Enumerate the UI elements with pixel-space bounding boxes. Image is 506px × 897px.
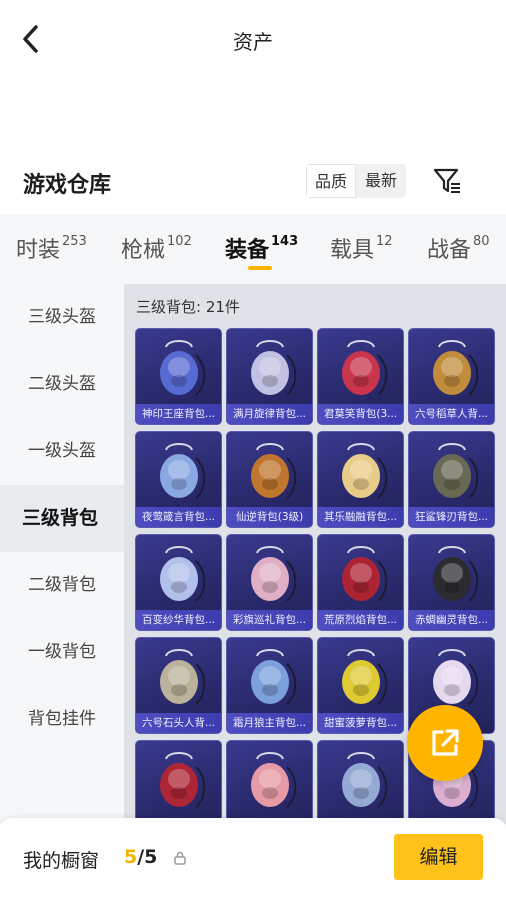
item-name: 狂鲨锋刃背包... bbox=[409, 507, 494, 527]
item-name: 甜蜜菠萝背包... bbox=[318, 713, 403, 733]
item-card[interactable]: 甜蜜菠萝背包... bbox=[317, 637, 404, 734]
tab-equipment[interactable]: 装备 143 bbox=[225, 232, 298, 264]
item-count-label: 三级背包: 21件 bbox=[136, 298, 240, 316]
category-tabs: 时装 253 枪械 102 装备 143 载具 12 战备 80 bbox=[0, 214, 506, 284]
edit-button[interactable]: 编辑 bbox=[394, 834, 483, 880]
showcase-label: 我的橱窗 bbox=[23, 850, 100, 872]
backpack-image bbox=[250, 340, 296, 396]
item-name: 其乐融融背包... bbox=[318, 507, 403, 527]
item-name: 神印王座背包... bbox=[136, 404, 221, 424]
filter-button[interactable] bbox=[430, 164, 464, 198]
page-title: 资产 bbox=[233, 30, 273, 54]
item-card[interactable] bbox=[317, 740, 404, 824]
backpack-image bbox=[341, 752, 387, 808]
item-card[interactable] bbox=[135, 740, 222, 824]
item-card[interactable] bbox=[226, 740, 313, 824]
showcase-total: /5 bbox=[137, 846, 158, 868]
tab-count: 143 bbox=[271, 234, 299, 249]
sidebar-item-level2-backpack[interactable]: 二级背包 bbox=[0, 552, 124, 619]
sidebar-item-level3-backpack[interactable]: 三级背包 bbox=[0, 485, 124, 552]
backpack-image bbox=[341, 546, 387, 602]
tab-firearms[interactable]: 枪械 102 bbox=[121, 232, 192, 264]
item-card[interactable]: 六号稻草人背... bbox=[408, 328, 495, 425]
lock-icon bbox=[174, 851, 186, 865]
item-card[interactable]: 百变纱华背包... bbox=[135, 534, 222, 631]
backpack-image bbox=[250, 443, 296, 499]
showcase-current: 5 bbox=[124, 846, 138, 868]
tab-label: 枪械 bbox=[121, 238, 166, 263]
backpack-image bbox=[432, 443, 478, 499]
tab-count: 80 bbox=[473, 234, 490, 249]
backpack-image bbox=[341, 443, 387, 499]
sidebar-item-level3-helmet[interactable]: 三级头盔 bbox=[0, 284, 124, 351]
item-name: 六号石头人背... bbox=[136, 713, 221, 733]
backpack-image bbox=[159, 443, 205, 499]
backpack-image bbox=[432, 649, 478, 705]
backpack-image bbox=[341, 340, 387, 396]
tab-label: 战备 bbox=[427, 238, 472, 263]
item-name: 百变纱华背包... bbox=[136, 610, 221, 630]
backpack-image bbox=[159, 752, 205, 808]
item-name: 满月旋律背包... bbox=[227, 404, 312, 424]
share-external-icon bbox=[432, 729, 459, 756]
backpack-image bbox=[159, 649, 205, 705]
item-card[interactable]: 荒原烈焰背包... bbox=[317, 534, 404, 631]
sidebar-item-level1-backpack[interactable]: 一级背包 bbox=[0, 619, 124, 686]
filter-list-icon bbox=[433, 168, 460, 193]
subcategory-sidebar: 三级头盔 二级头盔 一级头盔 三级背包 二级背包 一级背包 背包挂件 bbox=[0, 284, 124, 824]
item-card[interactable]: 仙逆背包(3级) bbox=[226, 431, 313, 528]
tab-label: 装备 bbox=[225, 238, 270, 263]
backpack-image bbox=[250, 752, 296, 808]
backpack-image bbox=[250, 546, 296, 602]
sort-quality-button[interactable]: 品质 bbox=[306, 164, 356, 198]
tab-vehicles[interactable]: 载具 12 bbox=[330, 232, 393, 264]
backpack-image bbox=[341, 649, 387, 705]
tab-supplies[interactable]: 战备 80 bbox=[427, 232, 490, 264]
item-card[interactable]: 君莫笑背包(3... bbox=[317, 328, 404, 425]
active-tab-indicator bbox=[248, 266, 272, 270]
tab-fashion[interactable]: 时装 253 bbox=[16, 232, 87, 264]
backpack-image bbox=[432, 546, 478, 602]
sort-toggle: 品质 最新 bbox=[306, 164, 406, 198]
item-card[interactable]: 霜月狼主背包... bbox=[226, 637, 313, 734]
assets-page: 资产 游戏仓库 品质 最新 时装 253 枪械 102 装备 143 载具 12 战备 8… bbox=[0, 0, 506, 897]
item-card[interactable]: 神印王座背包... bbox=[135, 328, 222, 425]
item-card[interactable]: 六号石头人背... bbox=[135, 637, 222, 734]
item-name: 赤蜩幽灵背包... bbox=[409, 610, 494, 630]
item-card[interactable]: 满月旋律背包... bbox=[226, 328, 313, 425]
item-card[interactable]: 彩旗巡礼背包... bbox=[226, 534, 313, 631]
item-name: 六号稻草人背... bbox=[409, 404, 494, 424]
item-name: 荒原烈焰背包... bbox=[318, 610, 403, 630]
item-card[interactable]: 狂鲨锋刃背包... bbox=[408, 431, 495, 528]
showcase-bar: 我的橱窗 5/5 编辑 bbox=[0, 818, 506, 897]
sidebar-item-level2-helmet[interactable]: 二级头盔 bbox=[0, 351, 124, 418]
backpack-image bbox=[250, 649, 296, 705]
sort-latest-button[interactable]: 最新 bbox=[356, 164, 406, 198]
sidebar-item-level1-helmet[interactable]: 一级头盔 bbox=[0, 418, 124, 485]
tab-count: 253 bbox=[62, 234, 87, 249]
tab-label: 时装 bbox=[16, 238, 61, 263]
share-button[interactable] bbox=[407, 705, 483, 781]
item-name: 彩旗巡礼背包... bbox=[227, 610, 312, 630]
top-bar: 资产 bbox=[0, 0, 506, 80]
item-name: 夜莺箴言背包... bbox=[136, 507, 221, 527]
item-name: 霜月狼主背包... bbox=[227, 713, 312, 733]
tab-count: 102 bbox=[167, 234, 192, 249]
item-card[interactable]: 其乐融融背包... bbox=[317, 431, 404, 528]
item-name: 仙逆背包(3级) bbox=[227, 507, 312, 527]
section-title: 游戏仓库 bbox=[23, 173, 112, 198]
backpack-image bbox=[159, 546, 205, 602]
tab-count: 12 bbox=[376, 234, 393, 249]
showcase-count: 5/5 bbox=[124, 846, 157, 868]
item-card[interactable]: 夜莺箴言背包... bbox=[135, 431, 222, 528]
backpack-image bbox=[159, 340, 205, 396]
tab-label: 载具 bbox=[330, 238, 375, 263]
item-name: 君莫笑背包(3... bbox=[318, 404, 403, 424]
item-card[interactable]: 赤蜩幽灵背包... bbox=[408, 534, 495, 631]
backpack-image bbox=[432, 340, 478, 396]
sidebar-item-backpack-charm[interactable]: 背包挂件 bbox=[0, 686, 124, 753]
